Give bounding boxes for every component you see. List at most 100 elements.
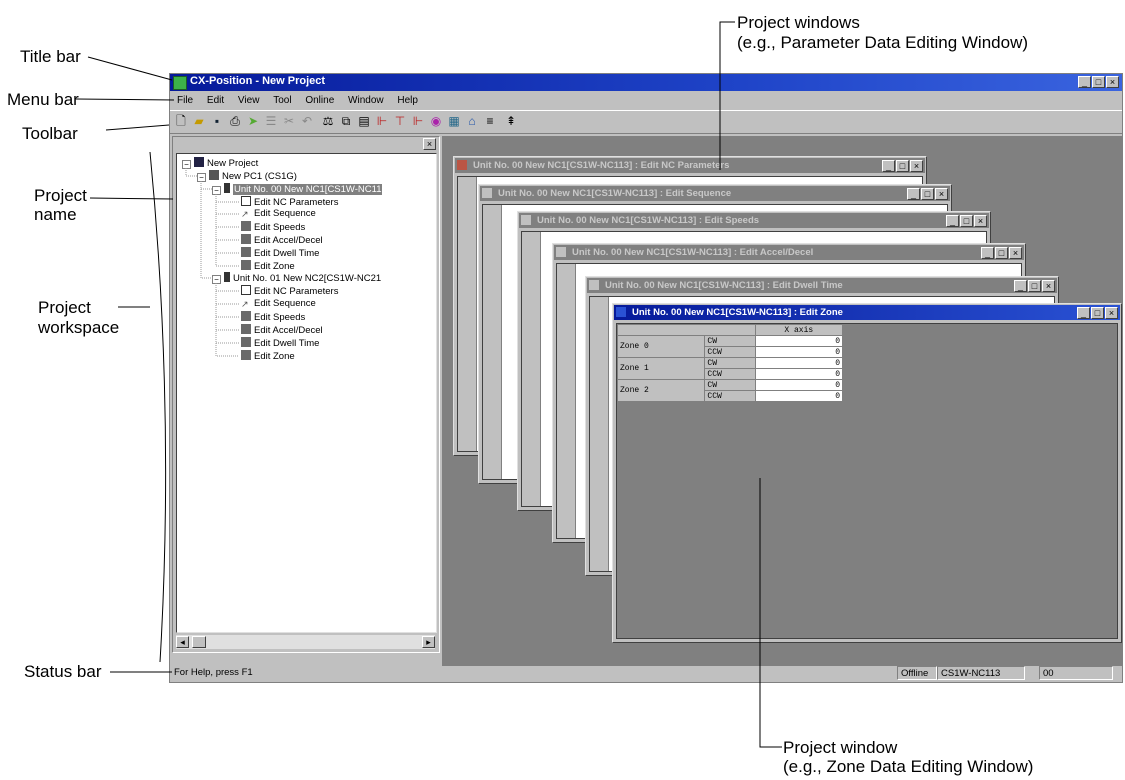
maximize-button[interactable]: □ — [896, 160, 909, 172]
mdi-client-area: Unit No. 00 New NC1[CS1W-NC113] : Edit N… — [442, 136, 1122, 666]
compare-icon[interactable]: ⚖ — [321, 115, 335, 128]
callout-project-name-1: Project — [34, 186, 87, 205]
window-icon — [589, 280, 599, 290]
window-icon — [556, 247, 566, 257]
transfer-icon[interactable]: ➤ — [246, 115, 260, 128]
scroll-left-icon[interactable]: ◂ — [176, 636, 189, 648]
menu-edit[interactable]: Edit — [207, 93, 224, 109]
maximize-button[interactable]: □ — [1091, 307, 1104, 319]
minimize-button[interactable]: _ — [981, 247, 994, 259]
zone-table-corner — [617, 324, 756, 336]
undo-icon[interactable]: ↶ — [300, 115, 314, 128]
project-tree: − New Project − New PC1 (CS1G) − Unit No… — [176, 153, 437, 633]
close-button[interactable]: × — [1106, 76, 1119, 88]
close-button[interactable]: × — [1009, 247, 1022, 259]
close-button[interactable]: × — [1105, 307, 1118, 319]
menu-file[interactable]: File — [177, 93, 193, 109]
list-icon[interactable]: ≡ — [483, 115, 497, 128]
project-workspace: × − New Project − New PC1 (CS1G) − Unit … — [172, 136, 440, 653]
maximize-button[interactable]: □ — [1028, 280, 1041, 292]
callout-project-window-1: Project window — [783, 738, 898, 757]
zone-table: X axis Zone 0 CW 0 CCW 0 Zone 1 CW 0 CCW… — [617, 324, 844, 402]
row-header-direction: CW — [704, 335, 756, 347]
child-window-zone[interactable]: Unit No. 00 New NC1[CS1W-NC113] : Edit Z… — [612, 303, 1122, 643]
scroll-right-icon[interactable]: ▸ — [422, 636, 435, 648]
row-header-direction: CW — [704, 357, 756, 369]
zone-icon[interactable]: ▦ — [447, 115, 461, 128]
minimize-button[interactable]: _ — [1078, 76, 1091, 88]
upload-icon[interactable]: ⊤ — [393, 115, 407, 128]
horizontal-scrollbar[interactable]: ◂ ▸ — [176, 634, 435, 649]
callout-project-workspace-1: Project — [38, 298, 91, 317]
title-bar[interactable]: CX-Position - New Project _ □ × — [170, 74, 1122, 91]
window-icon — [482, 188, 492, 198]
close-button[interactable]: × — [1042, 280, 1055, 292]
menu-online[interactable]: Online — [305, 93, 334, 109]
maximize-button[interactable]: □ — [995, 247, 1008, 259]
menu-help[interactable]: Help — [397, 93, 418, 109]
row-header-zone: Zone 1 — [617, 357, 706, 380]
workspace-close-button[interactable]: × — [423, 138, 436, 150]
paste-icon[interactable]: ▤ — [357, 115, 371, 128]
callout-status-bar: Status bar — [24, 662, 102, 681]
copy-icon[interactable]: ⧉ — [339, 115, 353, 128]
window-icon — [457, 160, 467, 170]
row-header-direction: CCW — [704, 390, 756, 402]
row-header-zone: Zone 0 — [617, 335, 706, 358]
maximize-button[interactable]: □ — [960, 215, 973, 227]
maximize-button[interactable]: □ — [921, 188, 934, 200]
monitor-icon[interactable]: ⊩ — [411, 115, 425, 128]
print-icon[interactable]: ⎙ — [228, 115, 242, 128]
maximize-button[interactable]: □ — [1092, 76, 1105, 88]
new-icon[interactable]: 🗋 — [174, 115, 188, 128]
test-icon[interactable]: ◉ — [429, 115, 443, 128]
row-header-zone: Zone 2 — [617, 379, 706, 402]
menu-bar: File Edit View Tool Online Window Help — [170, 93, 1122, 109]
minimize-button[interactable]: _ — [1077, 307, 1090, 319]
menu-tool[interactable]: Tool — [273, 93, 291, 109]
child-title-bar: Unit No. 00 New NC1[CS1W-NC113] : Edit N… — [455, 158, 925, 173]
status-unit-type: CS1W-NC113 — [937, 666, 1025, 680]
open-icon[interactable]: ▰ — [192, 115, 206, 128]
callout-menu-bar: Menu bar — [7, 90, 79, 109]
child-title-bar: Unit No. 00 New NC1[CS1W-NC113] : Edit S… — [480, 186, 950, 201]
application-window: CX-Position - New Project _ □ × File Edi… — [169, 73, 1123, 683]
menu-window[interactable]: Window — [348, 93, 384, 109]
close-button[interactable]: × — [935, 188, 948, 200]
minimize-button[interactable]: _ — [882, 160, 895, 172]
menu-view[interactable]: View — [238, 93, 260, 109]
status-help-text: For Help, press F1 — [174, 667, 253, 678]
callout-title-bar: Title bar — [20, 47, 81, 66]
zone-value-cell[interactable]: 0 — [754, 346, 844, 358]
minimize-button[interactable]: _ — [946, 215, 959, 227]
zone-value-cell[interactable]: 0 — [754, 368, 844, 380]
callout-toolbar: Toolbar — [22, 124, 78, 143]
cut-icon[interactable]: ✂ — [282, 115, 296, 128]
child-title-bar: Unit No. 00 New NC1[CS1W-NC113] : Edit D… — [587, 278, 1057, 293]
window-icon — [616, 307, 626, 317]
download-icon[interactable]: ⊩ — [375, 115, 389, 128]
status-unit-number: 00 — [1039, 666, 1113, 680]
child-title-bar: Unit No. 00 New NC1[CS1W-NC113] : Edit S… — [519, 213, 989, 228]
toolbar: 🗋 ▰ ▪ ⎙ ➤ ☰ ✂ ↶ ⚖ ⧉ ▤ ⊩ ⊤ ⊩ ◉ ▦ ⌂ ≡ ⇞ — [170, 110, 1122, 134]
properties-icon[interactable]: ☰ — [264, 115, 278, 128]
row-header-direction: CCW — [704, 368, 756, 380]
close-button[interactable]: × — [910, 160, 923, 172]
zone-value-cell[interactable]: 0 — [754, 390, 844, 402]
child-title-bar: Unit No. 00 New NC1[CS1W-NC113] : Edit A… — [554, 245, 1024, 260]
minimize-button[interactable]: _ — [1014, 280, 1027, 292]
callout-project-workspace-2: workspace — [38, 318, 120, 337]
cx-position-app-icon[interactable] — [173, 76, 187, 90]
row-header-direction: CCW — [704, 346, 756, 358]
minimize-button[interactable]: _ — [907, 188, 920, 200]
scroll-thumb[interactable] — [192, 636, 206, 648]
column-header-x-axis: X axis — [754, 324, 844, 336]
help-icon[interactable]: ⇞ — [504, 115, 518, 128]
save-icon[interactable]: ▪ — [210, 115, 224, 128]
close-button[interactable]: × — [974, 215, 987, 227]
zone-value-cell[interactable]: 0 — [754, 379, 844, 391]
home-icon[interactable]: ⌂ — [465, 115, 479, 128]
row-header-direction: CW — [704, 379, 756, 391]
zone-value-cell[interactable]: 0 — [754, 357, 844, 369]
zone-value-cell[interactable]: 0 — [754, 335, 844, 347]
